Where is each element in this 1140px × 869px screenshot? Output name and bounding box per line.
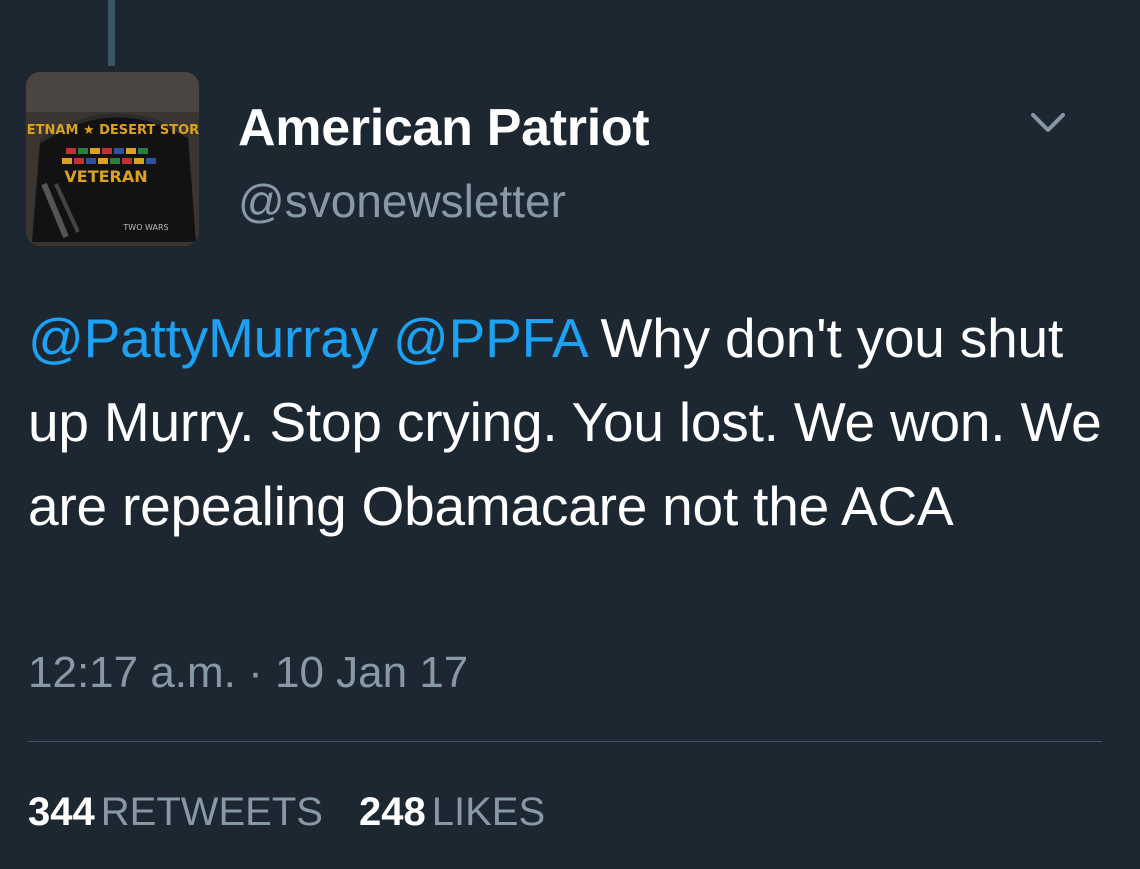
tweet-stats: 344 RETWEETS 248 LIKES bbox=[28, 790, 581, 835]
retweets-label: RETWEETS bbox=[100, 790, 323, 834]
display-name[interactable]: American Patriot bbox=[238, 98, 650, 158]
chevron-down-icon bbox=[1031, 113, 1065, 132]
likes-stat[interactable]: 248 LIKES bbox=[359, 790, 545, 835]
user-handle[interactable]: @svonewsletter bbox=[238, 174, 566, 228]
likes-count: 248 bbox=[358, 790, 426, 834]
likes-label: LIKES bbox=[431, 790, 546, 834]
retweets-count: 344 bbox=[28, 790, 95, 834]
tweet-menu-button[interactable] bbox=[1026, 104, 1070, 140]
svg-text:VETERAN: VETERAN bbox=[64, 167, 147, 186]
svg-text:TWO WARS: TWO WARS bbox=[122, 223, 168, 232]
mention-link[interactable]: @PPFA bbox=[393, 307, 586, 369]
retweets-stat[interactable]: 344 RETWEETS bbox=[28, 790, 323, 835]
thread-connector-line bbox=[108, 0, 115, 66]
avatar[interactable]: VIETNAM ★ DESERT STORM VETERAN TWO WARS bbox=[26, 72, 199, 246]
tweet-text: @PattyMurray @PPFA Why don't you shut up… bbox=[28, 296, 1118, 548]
tweet-timestamp[interactable]: 12:17 a.m. · 10 Jan 17 bbox=[28, 648, 468, 698]
mention-link[interactable]: @PattyMurray bbox=[28, 307, 378, 369]
divider bbox=[28, 741, 1102, 742]
svg-text:VIETNAM ★ DESERT STORM: VIETNAM ★ DESERT STORM bbox=[26, 123, 199, 138]
cap-icon: VIETNAM ★ DESERT STORM VETERAN TWO WARS bbox=[26, 72, 199, 246]
